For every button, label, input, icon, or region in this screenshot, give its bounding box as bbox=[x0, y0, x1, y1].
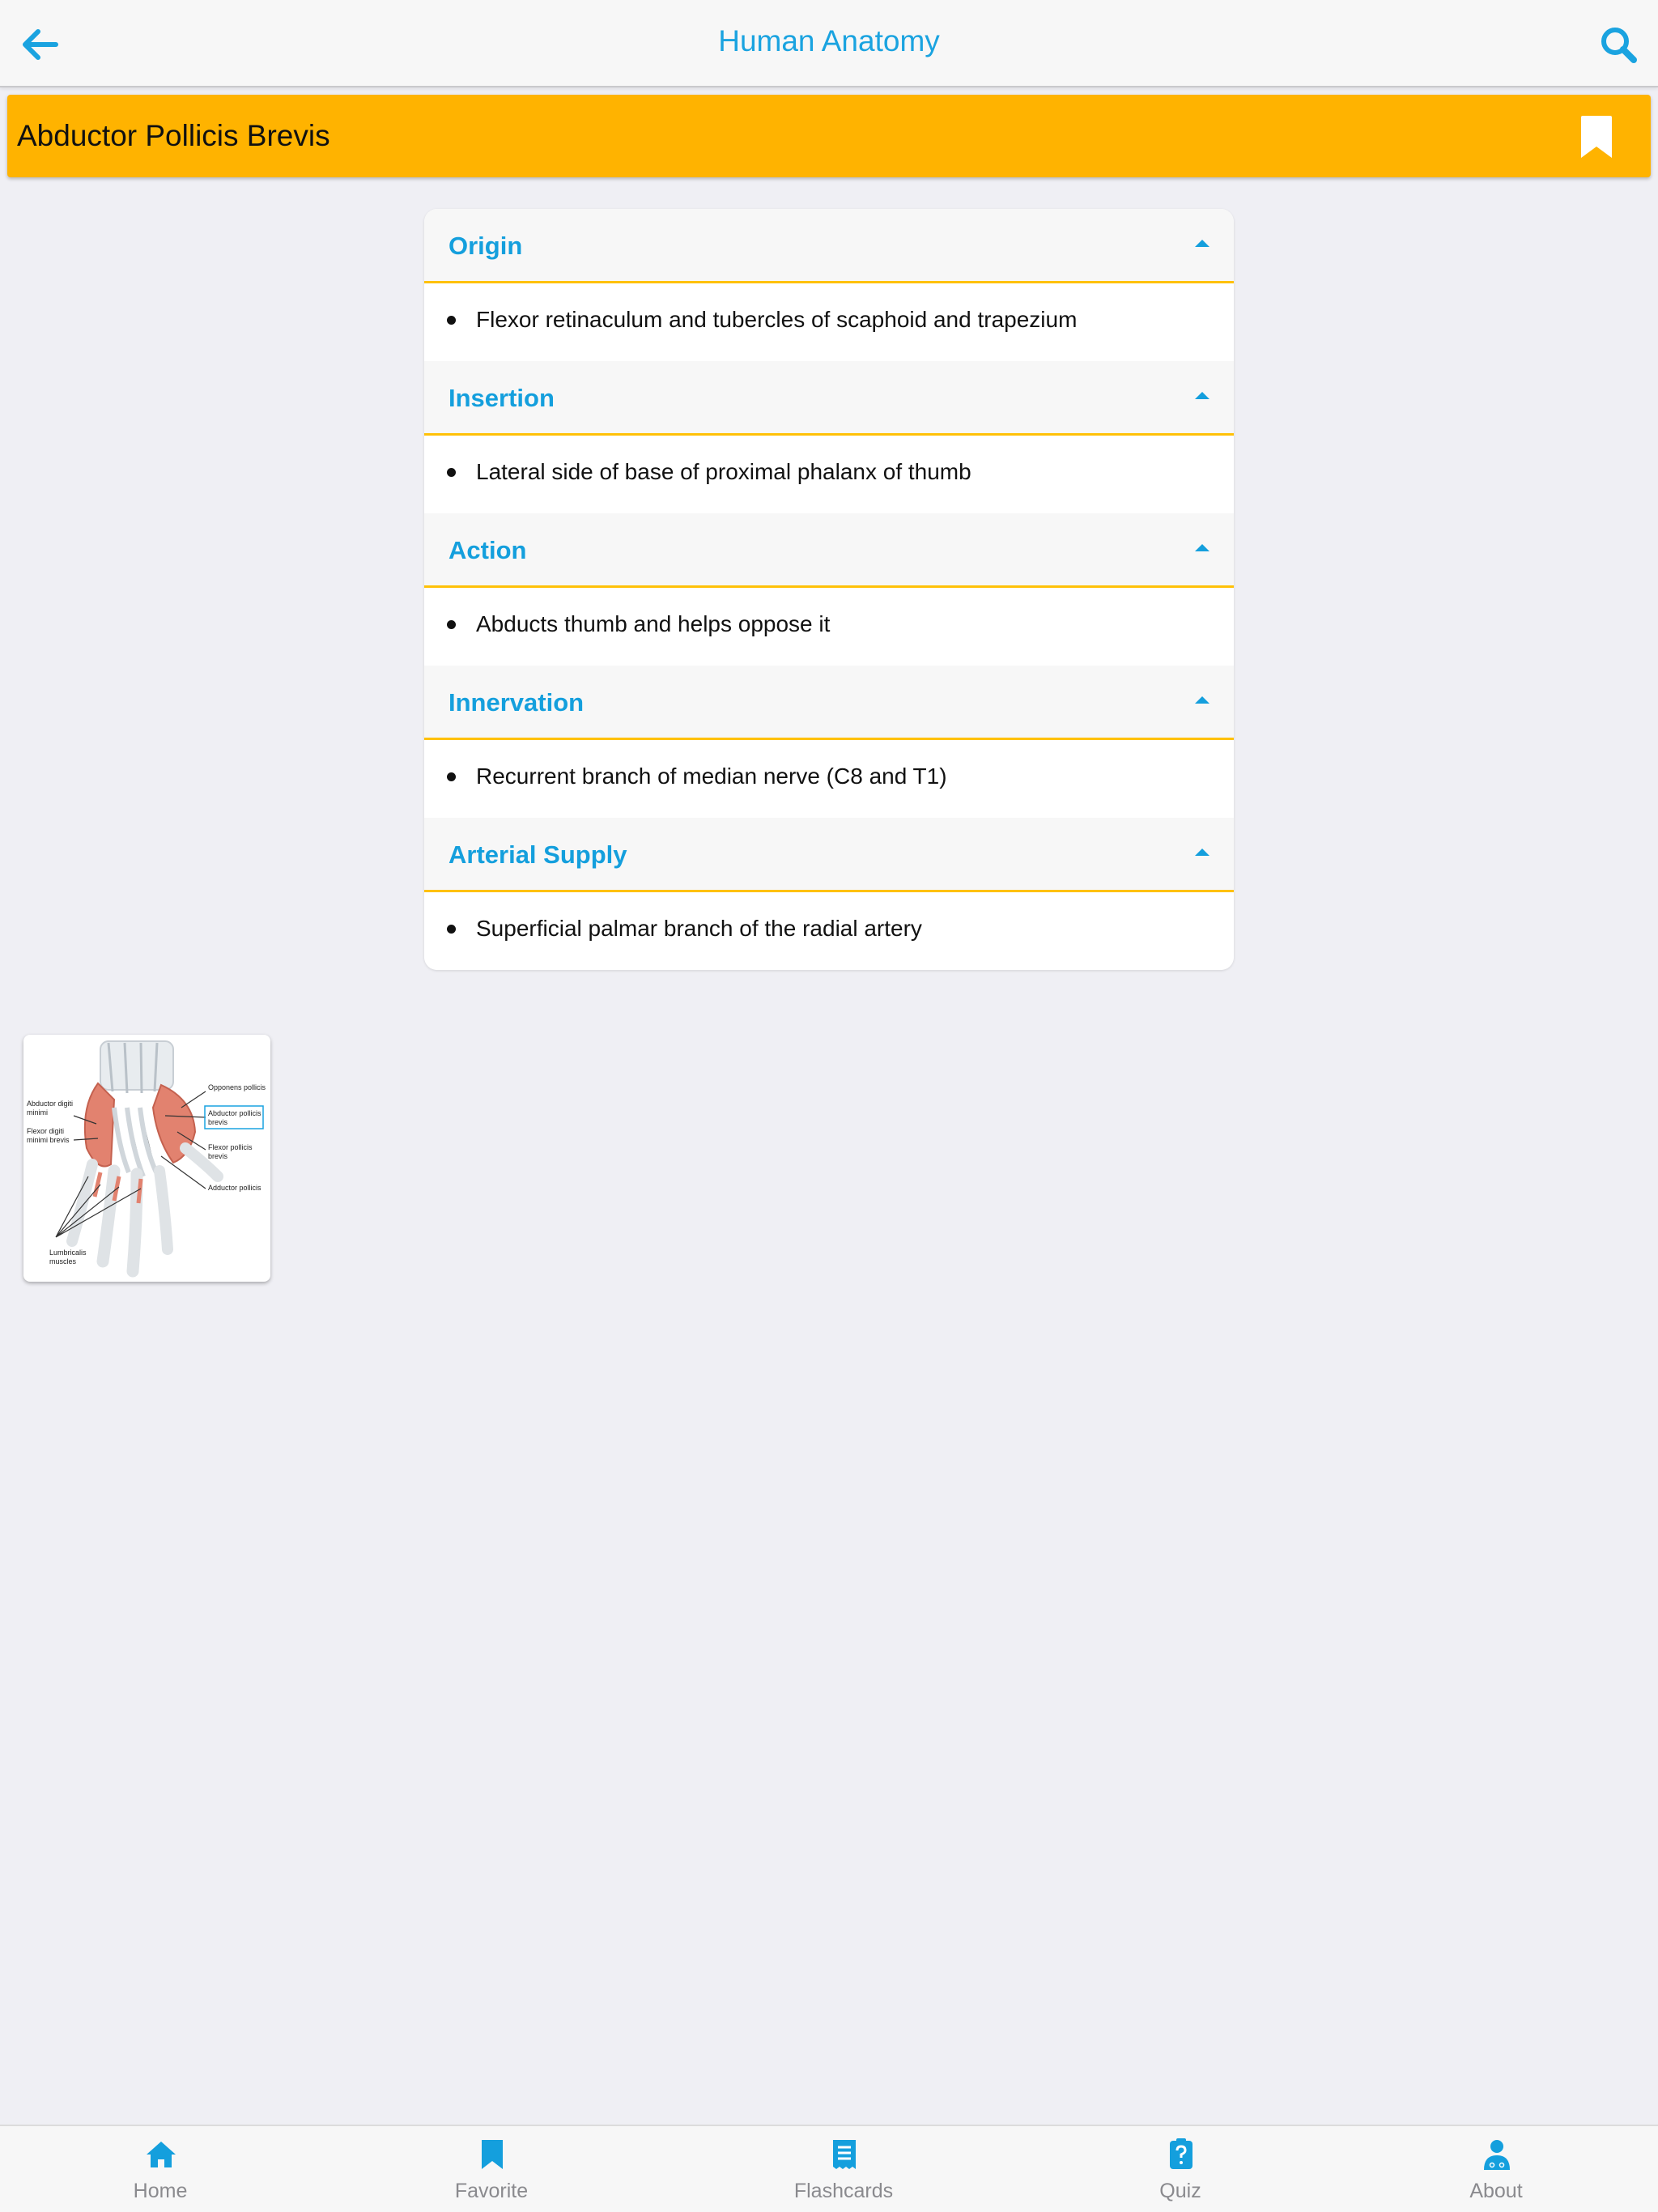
label-abd-digiti-2: minimi bbox=[27, 1108, 48, 1117]
section-action-header[interactable]: Action bbox=[424, 513, 1234, 588]
tab-label: Favorite bbox=[454, 2180, 529, 2202]
label-flexor-digiti: Flexor digiti bbox=[27, 1127, 64, 1135]
doctor-icon bbox=[1484, 2140, 1510, 2170]
caret-up-icon bbox=[1195, 240, 1209, 247]
bookmark-icon bbox=[482, 2140, 503, 2169]
label-flexor-pollicis-2: brevis bbox=[208, 1152, 228, 1160]
bullet-icon bbox=[447, 772, 456, 781]
muscle-image-thumbnail[interactable]: Opponens pollicis Abductor digiti minimi… bbox=[23, 1035, 270, 1282]
section-title: Arterial Supply bbox=[449, 840, 627, 869]
section-text: Abducts thumb and helps oppose it bbox=[476, 611, 831, 636]
tab-quiz[interactable]: Quiz bbox=[1075, 2126, 1286, 2212]
hand-anatomy-illustration: Opponens pollicis Abductor digiti minimi… bbox=[27, 1040, 266, 1278]
section-innervation-header[interactable]: Innervation bbox=[424, 666, 1234, 740]
section-innervation-body: Recurrent branch of median nerve (C8 and… bbox=[424, 740, 1234, 818]
section-text: Flexor retinaculum and tubercles of scap… bbox=[476, 307, 1078, 332]
section-text: Superficial palmar branch of the radial … bbox=[476, 916, 922, 941]
search-icon bbox=[1601, 28, 1637, 63]
top-nav-bar: Human Anatomy bbox=[0, 0, 1658, 87]
section-origin-header[interactable]: Origin bbox=[424, 209, 1234, 283]
tab-favorite[interactable]: Favorite bbox=[386, 2126, 597, 2212]
caret-up-icon bbox=[1195, 544, 1209, 551]
bullet-icon bbox=[447, 316, 456, 325]
tab-label: Home bbox=[133, 2180, 188, 2202]
tab-about[interactable]: About bbox=[1391, 2126, 1601, 2212]
section-title: Origin bbox=[449, 232, 523, 260]
section-text: Lateral side of base of proximal phalanx… bbox=[476, 459, 971, 484]
label-flexor-digiti-2: minimi brevis bbox=[27, 1136, 70, 1144]
section-text: Recurrent branch of median nerve (C8 and… bbox=[476, 764, 947, 789]
bullet-icon bbox=[447, 468, 456, 477]
label-lumbricals-2: muscles bbox=[49, 1257, 77, 1266]
section-title: Innervation bbox=[449, 688, 585, 717]
label-opponens: Opponens pollicis bbox=[208, 1083, 266, 1091]
section-action-body: Abducts thumb and helps oppose it bbox=[424, 588, 1234, 666]
caret-up-icon bbox=[1195, 849, 1209, 856]
home-icon bbox=[147, 2142, 176, 2167]
tab-label: Flashcards bbox=[793, 2180, 894, 2202]
section-title: Action bbox=[449, 536, 527, 564]
label-flexor-pollicis: Flexor pollicis bbox=[208, 1143, 253, 1151]
quiz-icon bbox=[1170, 2138, 1192, 2169]
tab-home[interactable]: Home bbox=[55, 2126, 266, 2212]
label-abd-digiti: Abductor digiti bbox=[27, 1100, 73, 1108]
label-adductor: Adductor pollicis bbox=[208, 1184, 261, 1192]
section-title: Insertion bbox=[449, 384, 555, 412]
section-insertion-body: Lateral side of base of proximal phalanx… bbox=[424, 436, 1234, 513]
tab-label: About bbox=[1469, 2180, 1523, 2202]
search-button[interactable] bbox=[1590, 16, 1647, 73]
tab-label: Quiz bbox=[1159, 2180, 1201, 2202]
section-insertion-header[interactable]: Insertion bbox=[424, 361, 1234, 436]
muscle-header: Abductor Pollicis Brevis bbox=[7, 95, 1651, 177]
bookmark-icon bbox=[1581, 116, 1612, 158]
flashcards-icon bbox=[833, 2140, 856, 2169]
section-arterial-supply-header[interactable]: Arterial Supply bbox=[424, 818, 1234, 892]
label-abd-pollicis: Abductor pollicis bbox=[208, 1109, 261, 1117]
label-abd-pollicis-2: brevis bbox=[208, 1118, 228, 1126]
muscle-name: Abductor Pollicis Brevis bbox=[17, 119, 330, 152]
bookmark-button[interactable] bbox=[1576, 114, 1617, 160]
details-accordion: Origin Flexor retinaculum and tubercles … bbox=[424, 209, 1234, 970]
bottom-tab-bar: Home Favorite Flashcards Quiz About bbox=[0, 2125, 1658, 2212]
caret-up-icon bbox=[1195, 696, 1209, 704]
bullet-icon bbox=[447, 620, 456, 629]
tab-flashcards[interactable]: Flashcards bbox=[738, 2126, 949, 2212]
app-title: Human Anatomy bbox=[718, 24, 940, 57]
bullet-icon bbox=[447, 925, 456, 934]
section-origin-body: Flexor retinaculum and tubercles of scap… bbox=[424, 283, 1234, 361]
section-arterial-supply-body: Superficial palmar branch of the radial … bbox=[424, 892, 1234, 970]
caret-up-icon bbox=[1195, 392, 1209, 399]
label-lumbricals: Lumbricalis bbox=[49, 1249, 87, 1257]
